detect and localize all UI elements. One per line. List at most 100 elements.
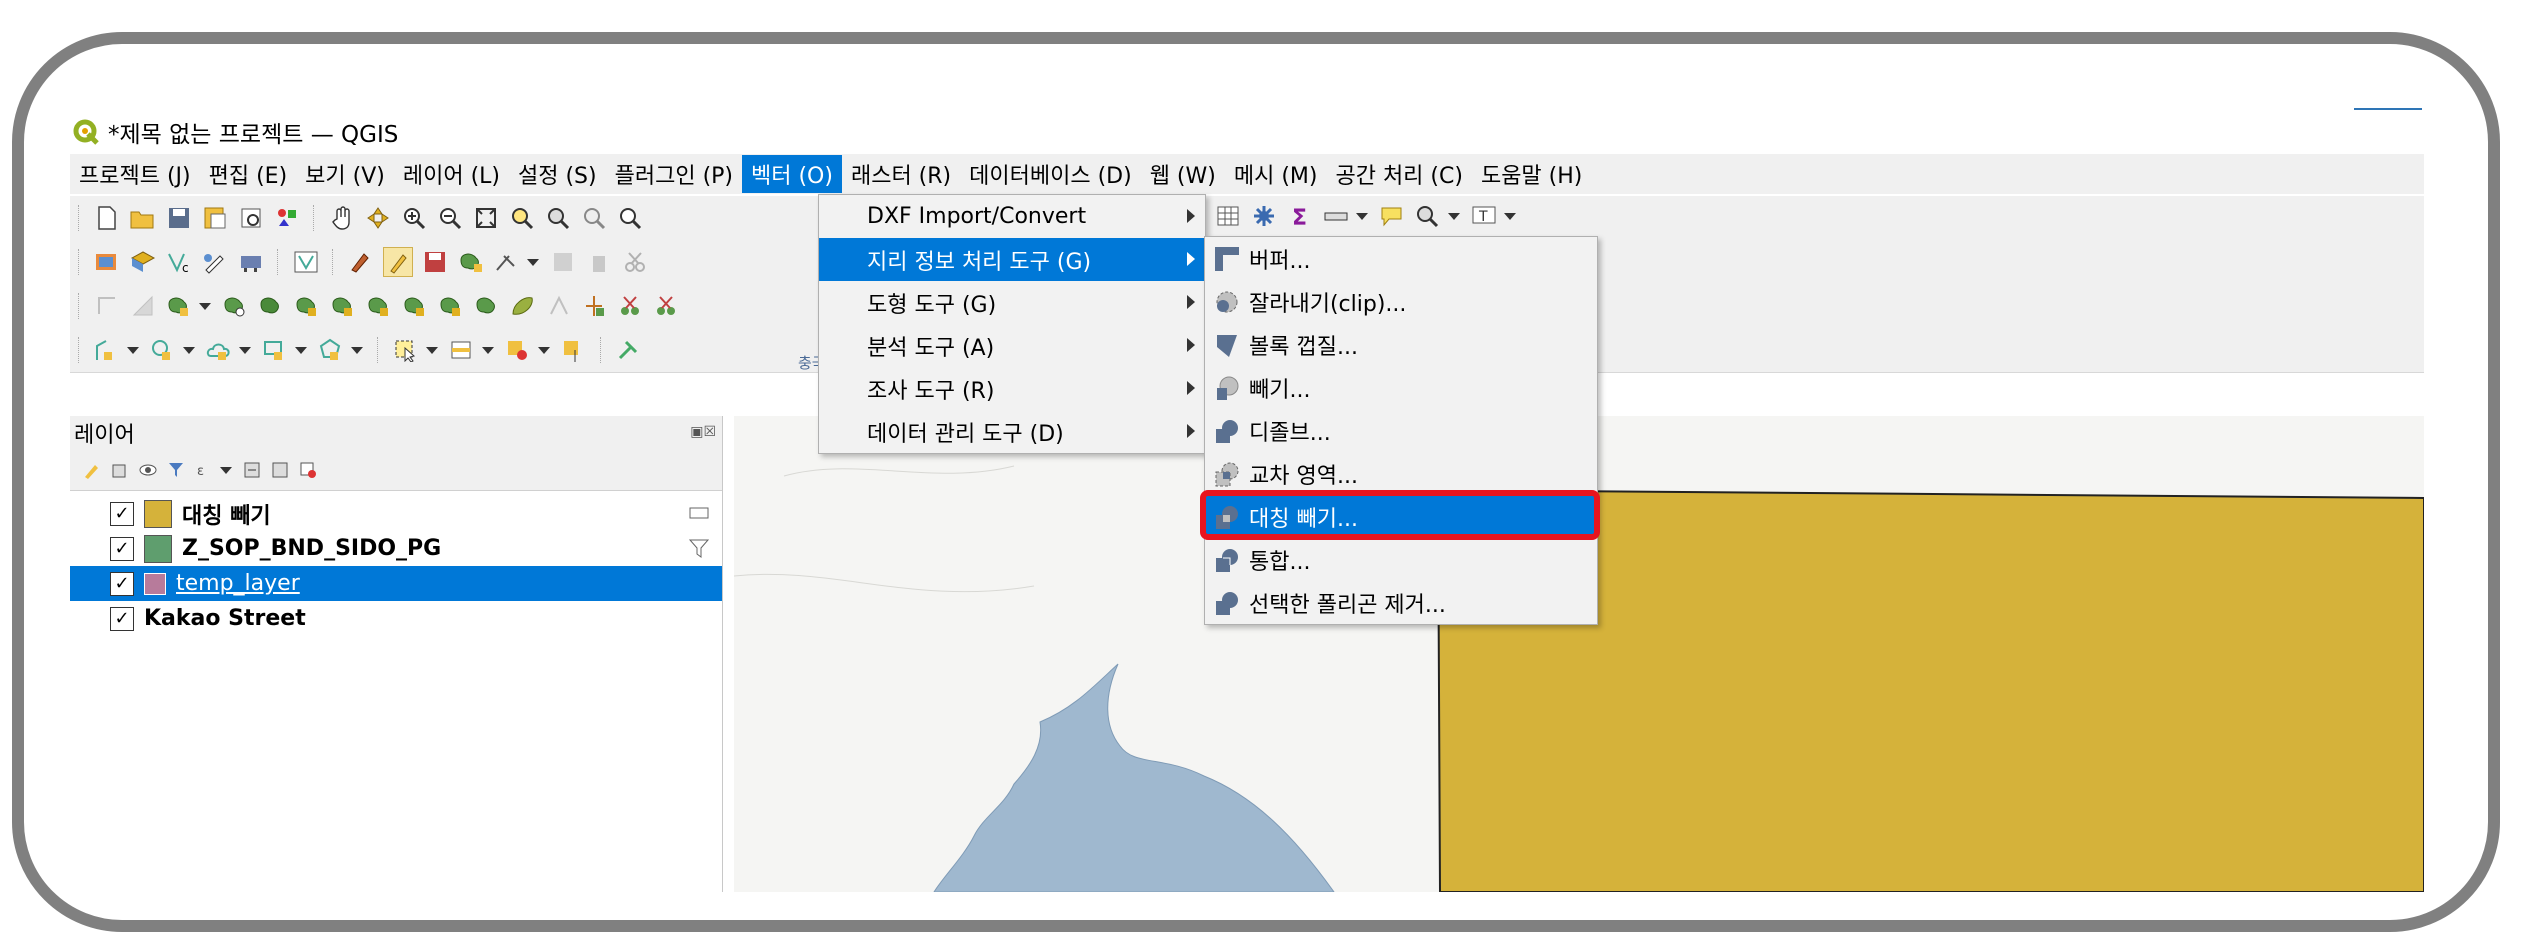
toggle-editing-icon[interactable]: [383, 247, 413, 277]
reverse-line-icon[interactable]: [437, 292, 465, 320]
split-features-icon[interactable]: [581, 292, 609, 320]
menu-item-research-tools[interactable]: 조사 도구 (R): [819, 367, 1205, 410]
pan-hand-icon[interactable]: [328, 204, 356, 232]
dropdown-arrow[interactable]: [220, 466, 232, 474]
rotate-point-symbols-icon[interactable]: [545, 292, 573, 320]
menu-item-analysis-tools[interactable]: 분석 도구 (A): [819, 324, 1205, 367]
print-layout-icon[interactable]: [237, 204, 265, 232]
menu-item-geometry-tools[interactable]: 도형 도구 (G): [819, 281, 1205, 324]
virtual-layer-icon[interactable]: [292, 248, 320, 276]
menu-item-intersection[interactable]: 교차 영역...: [1205, 452, 1597, 495]
remove-layer-icon[interactable]: [299, 461, 317, 479]
simplify-feature-icon[interactable]: [129, 292, 157, 320]
panel-float-close-icon[interactable]: ▣☒: [690, 424, 716, 440]
reshape-features-icon[interactable]: [365, 292, 393, 320]
text-annotation-icon[interactable]: T: [1470, 202, 1498, 230]
toolbox-gear-icon[interactable]: [1250, 202, 1278, 230]
menu-item-eliminate-polygons[interactable]: 선택한 폴리곤 제거...: [1205, 581, 1597, 624]
zoom-out-icon[interactable]: [436, 204, 464, 232]
dropdown-arrow[interactable]: [183, 346, 195, 354]
dropdown-arrow[interactable]: [127, 346, 139, 354]
cloud-icon[interactable]: [205, 336, 233, 364]
menu-web[interactable]: 웹 (W): [1141, 155, 1225, 193]
menu-plugins[interactable]: 플러그인 (P): [606, 155, 742, 193]
expand-all-icon[interactable]: [243, 461, 261, 479]
menu-layer[interactable]: 레이어 (L): [394, 155, 509, 193]
layer-visibility-checkbox[interactable]: ✓: [110, 571, 134, 596]
cut-features-icon[interactable]: [621, 248, 649, 276]
zoom-last-icon[interactable]: [616, 204, 644, 232]
menu-item-buffer[interactable]: 버퍼...: [1205, 237, 1597, 280]
dropdown-arrow[interactable]: [527, 258, 539, 266]
pan-to-selection-icon[interactable]: [364, 204, 392, 232]
rotate-feature-icon[interactable]: [93, 292, 121, 320]
delete-part-icon[interactable]: [329, 292, 357, 320]
digitize-pencil-icon[interactable]: [201, 248, 229, 276]
attribute-table-icon[interactable]: [1214, 202, 1242, 230]
delete-selected-icon[interactable]: [585, 248, 613, 276]
memory-layer-icon[interactable]: [237, 248, 265, 276]
style-layer-icon[interactable]: [83, 461, 101, 479]
zoom-selection-icon[interactable]: [508, 204, 536, 232]
current-edits-icon[interactable]: [347, 248, 375, 276]
dropdown-arrow[interactable]: [538, 346, 550, 354]
save-edits-icon[interactable]: [421, 248, 449, 276]
new-project-icon[interactable]: [93, 204, 121, 232]
layer-visibility-checkbox[interactable]: ✓: [110, 501, 134, 526]
dropdown-arrow[interactable]: [1448, 212, 1460, 220]
trim-extend-icon[interactable]: [653, 292, 681, 320]
menu-edit[interactable]: 편집 (E): [200, 155, 297, 193]
add-group-icon[interactable]: [111, 461, 129, 479]
menu-project[interactable]: 프로젝트 (J): [70, 155, 200, 193]
collapse-all-icon[interactable]: [271, 461, 289, 479]
dropdown-arrow[interactable]: [199, 302, 211, 310]
add-part-icon[interactable]: [221, 292, 249, 320]
zoom-in-icon[interactable]: [400, 204, 428, 232]
select-features-icon[interactable]: [392, 336, 420, 364]
menu-item-convex-hull[interactable]: 볼록 껍질...: [1205, 323, 1597, 366]
zoom-full-icon[interactable]: [472, 204, 500, 232]
measure-line-icon[interactable]: [1322, 202, 1350, 230]
menu-raster[interactable]: 래스터 (R): [842, 155, 960, 193]
zoom-layer-icon[interactable]: [544, 204, 572, 232]
menu-item-dxf-import[interactable]: DXF Import/Convert: [819, 195, 1205, 238]
filter-expression-icon[interactable]: ε: [195, 461, 213, 479]
style-manager-icon[interactable]: [273, 204, 301, 232]
menu-item-geoprocessing-tools[interactable]: 지리 정보 처리 도구 (G): [819, 238, 1205, 281]
open-attribute-table-icon[interactable]: [615, 336, 643, 364]
spatial-bookmark-icon[interactable]: [1414, 202, 1442, 230]
statistics-sigma-icon[interactable]: Σ: [1286, 202, 1314, 230]
dropdown-arrow[interactable]: [1356, 212, 1368, 220]
zoom-native-icon[interactable]: [580, 204, 608, 232]
data-source-manager-icon[interactable]: [93, 248, 121, 276]
menu-item-difference[interactable]: 빼기...: [1205, 366, 1597, 409]
menu-help[interactable]: 도움말 (H): [1472, 155, 1591, 193]
filter-legend-icon[interactable]: [167, 461, 185, 479]
rectangle-icon[interactable]: [261, 336, 289, 364]
offset-curve-icon[interactable]: [401, 292, 429, 320]
layer-row[interactable]: ✓ Kakao Street: [70, 601, 722, 636]
dropdown-arrow[interactable]: [295, 346, 307, 354]
save-icon[interactable]: [165, 204, 193, 232]
regular-polygon-icon[interactable]: [317, 336, 345, 364]
merge-attributes-icon[interactable]: [509, 292, 537, 320]
new-geopackage-icon[interactable]: [129, 248, 157, 276]
fill-ring-icon[interactable]: [257, 292, 285, 320]
add-feature-icon[interactable]: [457, 248, 485, 276]
menu-settings[interactable]: 설정 (S): [509, 155, 606, 193]
layer-memory-indicator-icon[interactable]: [688, 502, 710, 530]
open-folder-icon[interactable]: [129, 204, 157, 232]
dropdown-arrow[interactable]: [482, 346, 494, 354]
modify-attributes-icon[interactable]: [549, 248, 577, 276]
identify-feature-icon[interactable]: [93, 336, 121, 364]
menu-item-dissolve[interactable]: 디졸브...: [1205, 409, 1597, 452]
measure-icon[interactable]: [149, 336, 177, 364]
layer-visibility-checkbox[interactable]: ✓: [110, 606, 134, 631]
vertex-tool-icon[interactable]: c: [165, 248, 193, 276]
menu-database[interactable]: 데이터베이스 (D): [960, 155, 1141, 193]
dropdown-arrow[interactable]: [351, 346, 363, 354]
dropdown-arrow[interactable]: [239, 346, 251, 354]
menu-vector[interactable]: 벡터 (O): [742, 155, 842, 193]
menu-item-data-management-tools[interactable]: 데이터 관리 도구 (D): [819, 410, 1205, 453]
layer-row[interactable]: ✓ Z_SOP_BND_SIDO_PG: [70, 531, 722, 566]
